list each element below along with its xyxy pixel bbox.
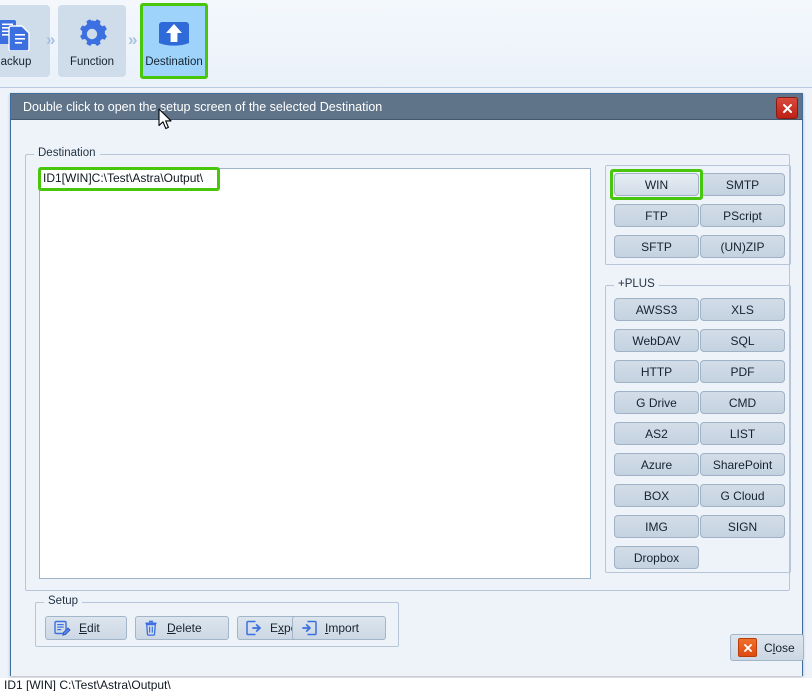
step-tile-destination[interactable]: Destination <box>140 5 208 77</box>
destination-type-sign-button[interactable]: SIGN <box>700 515 785 538</box>
documents-icon <box>0 14 34 54</box>
main-destination-buttons-group: WIN SMTP FTP PScript SFTP (UN)ZIP <box>605 165 791 265</box>
import-button[interactable]: Import <box>292 616 386 640</box>
destination-type-http-button[interactable]: HTTP <box>614 360 699 383</box>
destination-type-xls-button[interactable]: XLS <box>700 298 785 321</box>
chevron-right-icon-1: » <box>46 30 56 49</box>
gear-icon <box>75 14 109 54</box>
close-x-icon <box>738 638 757 657</box>
export-arrow-icon <box>246 620 262 636</box>
list-item[interactable]: ID1[WIN]C:\Test\Astra\Output\ <box>40 169 590 187</box>
destination-type-ftp-button[interactable]: FTP <box>614 204 699 227</box>
plus-groupbox-label: +PLUS <box>614 278 659 290</box>
destination-type-pdf-button[interactable]: PDF <box>700 360 785 383</box>
destination-type-win-button[interactable]: WIN <box>614 173 699 196</box>
destination-listbox[interactable]: ID1[WIN]C:\Test\Astra\Output\ <box>39 168 591 579</box>
destination-type-azure-button[interactable]: Azure <box>614 453 699 476</box>
edit-document-icon <box>54 620 71 636</box>
destination-type-sql-button[interactable]: SQL <box>700 329 785 352</box>
close-button-label: Close <box>764 640 795 655</box>
close-x-icon <box>782 103 792 113</box>
destination-type-list-button[interactable]: LIST <box>700 422 785 445</box>
step-tile-function-label: Function <box>69 55 115 68</box>
destination-type-pscript-button[interactable]: PScript <box>700 204 785 227</box>
destination-dialog: Double click to open the setup screen of… <box>10 93 804 676</box>
destination-type-awss3-button[interactable]: AWSS3 <box>614 298 699 321</box>
setup-groupbox-label: Setup <box>44 595 83 607</box>
step-tile-backup-label: ackup <box>0 55 32 68</box>
step-tile-backup[interactable]: ackup <box>0 5 50 77</box>
import-arrow-icon <box>301 620 317 636</box>
destination-type-smtp-button[interactable]: SMTP <box>700 173 785 196</box>
destination-type-dropbox-button[interactable]: Dropbox <box>614 546 699 569</box>
destination-groupbox-label: Destination <box>34 147 100 159</box>
destination-type-gdrive-button[interactable]: G Drive <box>614 391 699 414</box>
trash-icon <box>144 620 159 636</box>
step-tile-function[interactable]: Function <box>58 5 126 77</box>
delete-button-label: Delete <box>167 621 202 635</box>
close-button[interactable]: Close <box>730 634 804 661</box>
edit-button[interactable]: Edit <box>45 616 127 640</box>
destination-type-as2-button[interactable]: AS2 <box>614 422 699 445</box>
destination-type-box-button[interactable]: BOX <box>614 484 699 507</box>
destination-type-cmd-button[interactable]: CMD <box>700 391 785 414</box>
destination-type-sharepoint-button[interactable]: SharePoint <box>700 453 785 476</box>
destination-type-sftp-button[interactable]: SFTP <box>614 235 699 258</box>
destination-groupbox: Destination ID1[WIN]C:\Test\Astra\Output… <box>25 147 791 591</box>
background-window-bottom-strip: ID1 [WIN] C:\Test\Astra\Output\ <box>0 678 812 691</box>
wizard-step-toolbar: ackup » Function » Destination <box>0 0 812 88</box>
plus-destination-buttons-group: +PLUS AWSS3 XLS WebDAV SQL HTTP PDF G Dr… <box>605 278 791 573</box>
dialog-titlebar: Double click to open the setup screen of… <box>11 94 802 120</box>
clipped-bottom-text: ID1 [WIN] C:\Test\Astra\Output\ <box>4 678 171 691</box>
destination-type-img-button[interactable]: IMG <box>614 515 699 538</box>
upload-arrow-icon <box>155 14 193 54</box>
destination-type-unzip-button[interactable]: (UN)ZIP <box>700 235 785 258</box>
chevron-right-icon-2: » <box>128 30 138 49</box>
delete-button[interactable]: Delete <box>135 616 229 640</box>
destination-type-gcloud-button[interactable]: G Cloud <box>700 484 785 507</box>
import-button-label: Import <box>325 621 360 635</box>
dialog-close-x-button[interactable] <box>776 97 798 119</box>
dialog-title: Double click to open the setup screen of… <box>23 99 383 114</box>
setup-groupbox: Setup Edit Delete Ex Import <box>35 595 399 647</box>
edit-button-label: Edit <box>79 621 100 635</box>
step-tile-destination-label: Destination <box>145 55 203 68</box>
destination-type-webdav-button[interactable]: WebDAV <box>614 329 699 352</box>
dialog-body: Destination ID1[WIN]C:\Test\Astra\Output… <box>11 120 804 676</box>
